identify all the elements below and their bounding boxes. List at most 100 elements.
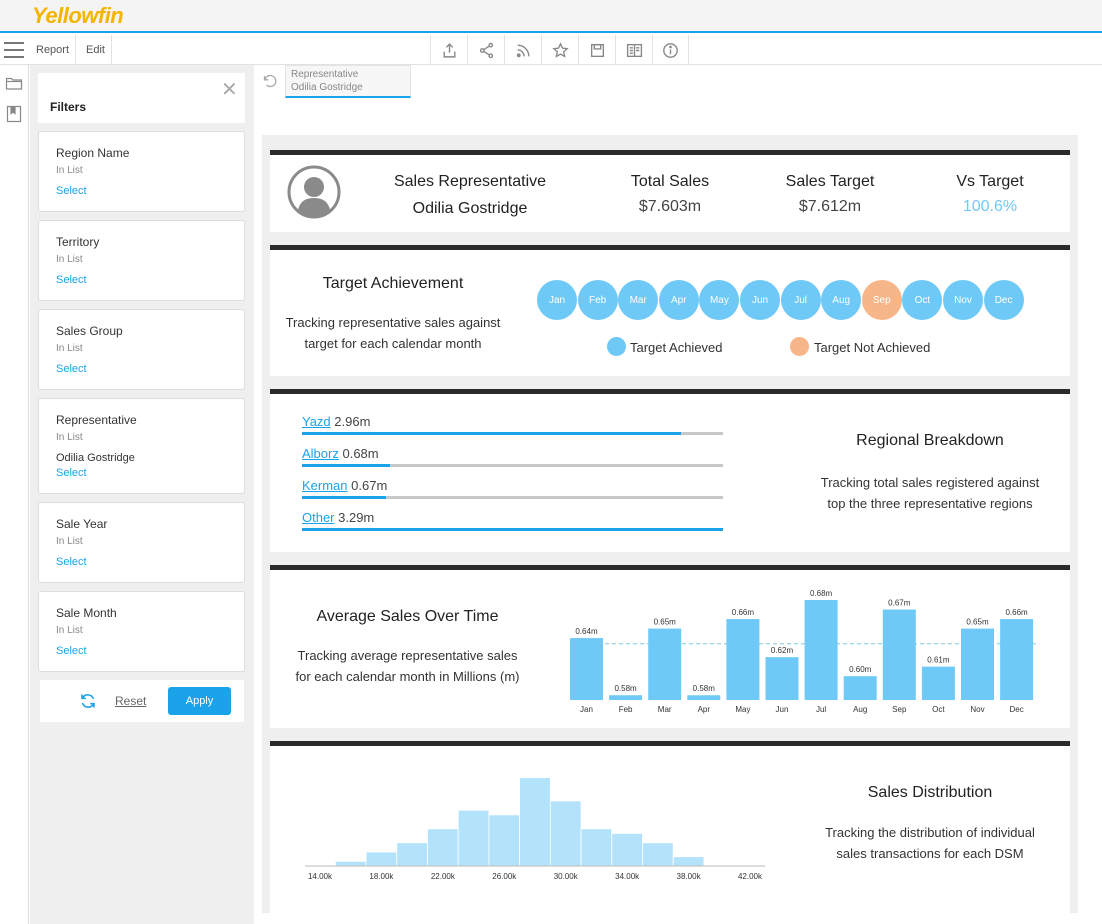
vs-target-value: 100.6% bbox=[962, 198, 1018, 215]
region-fill bbox=[302, 432, 681, 435]
month-circle-may: May bbox=[699, 280, 740, 320]
bar-data-label: 0.67m bbox=[888, 599, 911, 608]
target-achievement-section: Target Achievement Tracking representati… bbox=[270, 245, 1070, 376]
region-fill bbox=[302, 528, 723, 531]
x-tick-label: Sep bbox=[892, 705, 907, 714]
regional-breakdown-section: Yazd 2.96m Alborz 0.68m Kerman 0.67m Other … bbox=[270, 389, 1070, 552]
histogram-bin bbox=[488, 814, 521, 867]
filters-header: Filters ✕ bbox=[38, 73, 245, 123]
target-desc-line2: target for each calendar month bbox=[304, 336, 482, 351]
distribution-title: Sales Distribution bbox=[867, 784, 993, 801]
region-name-link[interactable]: Kerman bbox=[302, 478, 348, 493]
region-fill bbox=[302, 464, 391, 467]
breadcrumb-tab[interactable]: Representative Odilia Gostridge bbox=[285, 65, 411, 98]
x-tick-label: 26.00k bbox=[492, 872, 517, 881]
vs-target-title: Vs Target bbox=[956, 173, 1024, 190]
regional-desc-line2: top the three representative regions bbox=[827, 496, 1033, 511]
bar-jan bbox=[570, 638, 603, 700]
month-circle-jul: Jul bbox=[780, 280, 821, 320]
histogram-bin bbox=[642, 842, 674, 867]
sales-target-value: $7.612m bbox=[798, 198, 862, 215]
filter-select-link[interactable]: Select bbox=[56, 185, 87, 197]
filter-select-link[interactable]: Select bbox=[56, 363, 87, 375]
month-circle-apr: Apr bbox=[658, 280, 699, 320]
filter-operator: In List bbox=[56, 343, 83, 354]
filter-operator: In List bbox=[56, 625, 83, 636]
histogram-bin bbox=[519, 777, 551, 867]
bar-data-label: 0.68m bbox=[810, 589, 833, 598]
rss-icon[interactable] bbox=[504, 35, 541, 65]
regional-title: Regional Breakdown bbox=[856, 432, 1004, 449]
bar-may bbox=[726, 619, 760, 700]
target-title: Target Achievement bbox=[322, 275, 464, 292]
region-value: 3.29m bbox=[334, 510, 375, 525]
filter-select-link[interactable]: Select bbox=[56, 556, 87, 568]
filter-select-link[interactable]: Select bbox=[56, 645, 87, 657]
x-tick-label: Dec bbox=[1009, 705, 1023, 714]
histogram-bin bbox=[672, 856, 705, 867]
filter-select-link[interactable]: Select bbox=[56, 274, 87, 286]
legend-achieved-dot bbox=[607, 337, 626, 356]
region-fill bbox=[302, 496, 387, 499]
undo-icon[interactable] bbox=[262, 73, 278, 89]
bar-data-label: 0.65m bbox=[654, 618, 677, 627]
top-bar: Yellowfin bbox=[0, 0, 1102, 33]
filter-card-representative: Representative In List Odilia Gostridge … bbox=[38, 398, 245, 494]
filter-card-sale-year: Sale Year In List Select bbox=[38, 502, 245, 583]
filter-card-region-name: Region Name In List Select bbox=[38, 131, 245, 212]
info-icon[interactable] bbox=[652, 35, 689, 65]
close-icon[interactable]: ✕ bbox=[221, 80, 238, 100]
x-tick-label: Jun bbox=[776, 705, 789, 714]
filter-operator: In List bbox=[56, 432, 83, 443]
storyboard-icon[interactable] bbox=[615, 35, 652, 65]
x-tick-label: Aug bbox=[853, 705, 867, 714]
bar-oct bbox=[921, 666, 955, 700]
reset-link[interactable]: Reset bbox=[115, 694, 146, 708]
region-track bbox=[302, 464, 723, 467]
bar-data-label: 0.64m bbox=[575, 627, 598, 636]
save-icon[interactable] bbox=[578, 35, 615, 65]
share-icon[interactable] bbox=[467, 35, 504, 65]
filter-select-link[interactable]: Select bbox=[56, 467, 87, 479]
bar-data-label: 0.58m bbox=[614, 684, 637, 693]
legend-achieved-label: Target Achieved bbox=[630, 340, 723, 355]
report-menu[interactable]: Report bbox=[30, 35, 77, 65]
x-tick-label: May bbox=[735, 705, 750, 714]
kpi-section: Sales Representative Odilia Gostridge To… bbox=[270, 150, 1070, 232]
filter-panel: Filters ✕ Region Name In List Select Ter… bbox=[30, 65, 254, 924]
apply-button[interactable]: Apply bbox=[168, 687, 231, 715]
x-tick-label: Jan bbox=[580, 705, 593, 714]
month-circle-dec: Dec bbox=[983, 280, 1024, 320]
filter-title: Representative bbox=[56, 413, 137, 427]
histogram-bin bbox=[611, 833, 643, 867]
folder-icon[interactable] bbox=[5, 74, 23, 92]
month-circle-aug: Aug bbox=[821, 280, 862, 320]
bar-data-label: 0.65m bbox=[966, 618, 989, 627]
hamburger-menu-icon[interactable] bbox=[4, 42, 24, 58]
avg-sales-title: Average Sales Over Time bbox=[316, 608, 499, 625]
total-sales-value: $7.603m bbox=[638, 198, 702, 215]
filter-card-sales-group: Sales Group In List Select bbox=[38, 309, 245, 390]
bar-data-label: 0.62m bbox=[771, 646, 794, 655]
refresh-icon[interactable] bbox=[79, 692, 97, 710]
region-name-link[interactable]: Yazd bbox=[302, 414, 331, 429]
bookmark-icon[interactable] bbox=[5, 105, 23, 123]
x-tick-label: Oct bbox=[932, 705, 945, 714]
x-tick-label: Nov bbox=[970, 705, 984, 714]
export-icon[interactable] bbox=[430, 35, 467, 65]
region-name-link[interactable]: Alborz bbox=[302, 446, 339, 461]
histogram-bin bbox=[580, 828, 613, 867]
sales-distribution-chart: 14.00k 18.00k 22.00k 26.00k 30.00k 34.00k 38.0… bbox=[305, 777, 765, 881]
edit-menu[interactable]: Edit bbox=[80, 35, 112, 65]
bar-data-label: 0.66m bbox=[732, 608, 755, 617]
filter-title: Territory bbox=[56, 235, 100, 249]
x-tick-label: Mar bbox=[658, 705, 672, 714]
x-tick-label: Apr bbox=[698, 705, 711, 714]
filter-title: Region Name bbox=[56, 146, 130, 160]
filter-title: Sales Group bbox=[56, 324, 123, 338]
region-name-link[interactable]: Other bbox=[302, 510, 335, 525]
histogram-bin bbox=[334, 860, 367, 867]
filter-actions: Reset Apply bbox=[40, 680, 244, 722]
star-icon[interactable] bbox=[541, 35, 578, 65]
month-circle-sep: Sep bbox=[861, 280, 902, 320]
